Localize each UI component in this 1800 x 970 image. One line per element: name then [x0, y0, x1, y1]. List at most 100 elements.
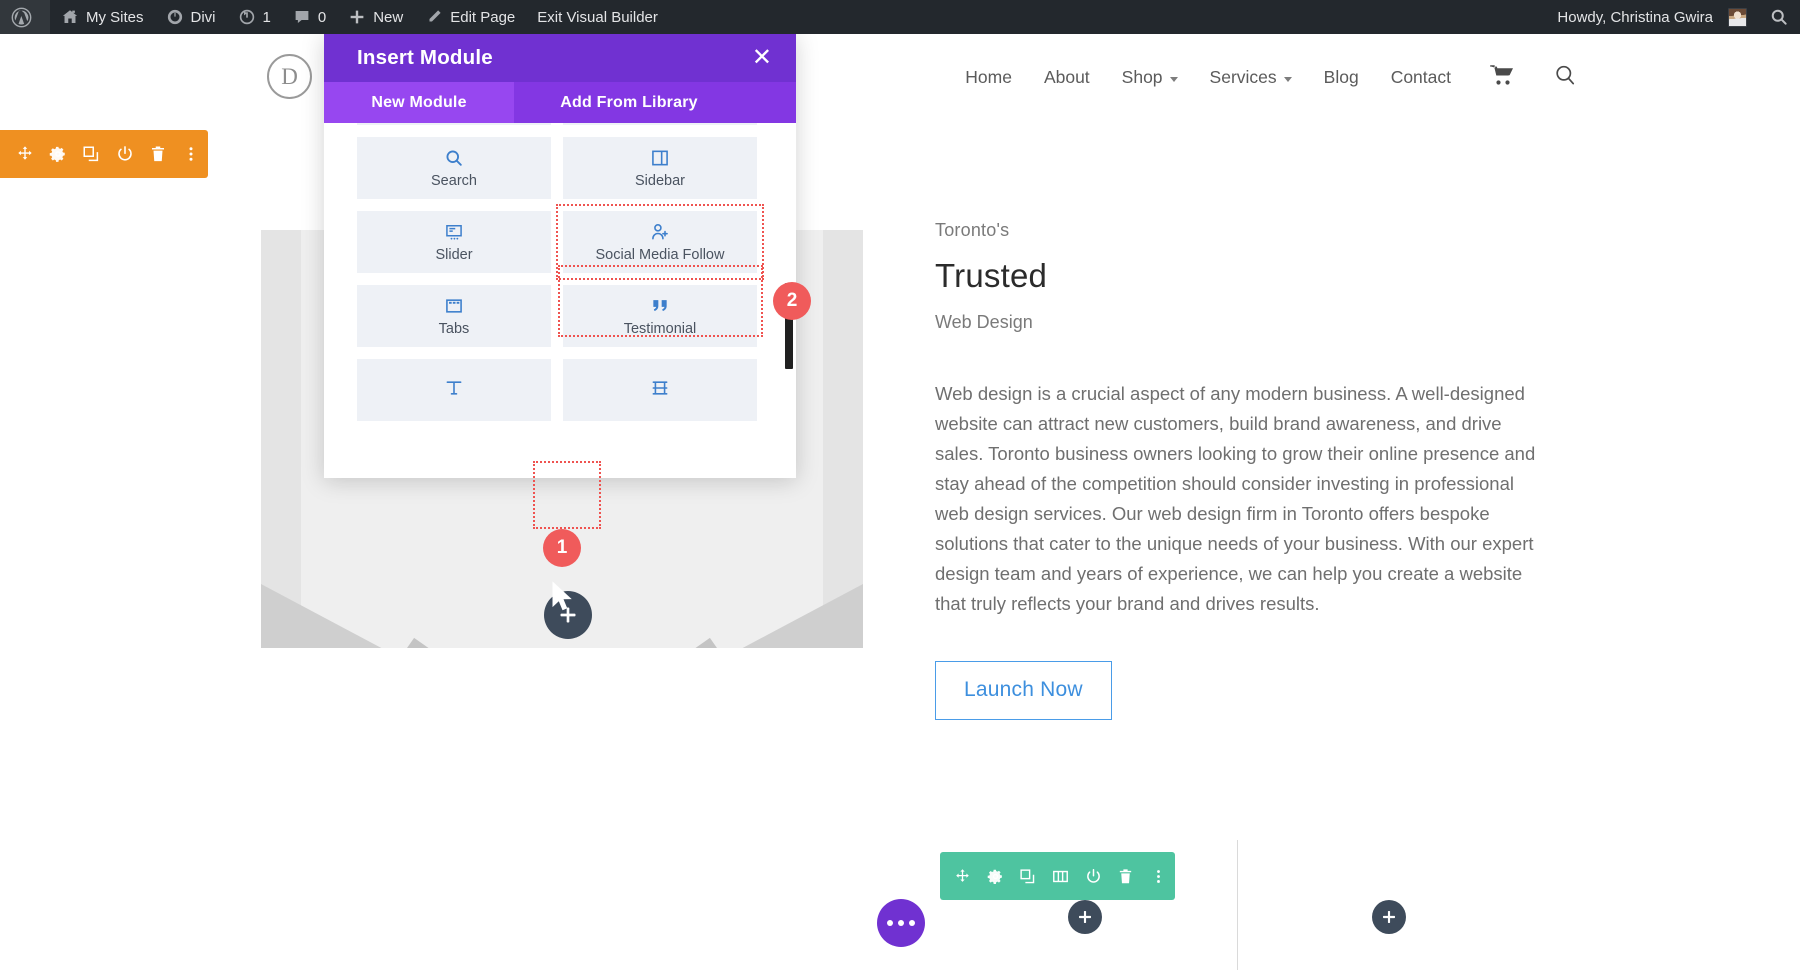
site-logo[interactable]: D — [267, 54, 312, 99]
pencil-icon — [425, 8, 443, 26]
site-logo-letter: D — [281, 64, 298, 90]
quote-icon — [650, 295, 670, 317]
updates-icon — [238, 8, 256, 26]
module-toolbar — [940, 852, 1175, 900]
module-card-testimonial[interactable]: Testimonial — [563, 285, 757, 347]
hero-pretitle: Toronto's — [935, 220, 1555, 241]
admin-bar-item-updates[interactable]: 1 — [227, 0, 282, 34]
module-grid: Post Title Pricing Tables Search Sidebar — [357, 123, 757, 421]
module-card-label: Sidebar — [635, 173, 685, 189]
module-card-pricing-tables[interactable]: Pricing Tables — [563, 123, 757, 125]
tab-new-module[interactable]: New Module — [324, 82, 514, 123]
chevron-down-icon — [1170, 77, 1178, 82]
divi-gauge-icon — [166, 8, 184, 26]
annotation-pin-2: 2 — [773, 282, 811, 320]
page-settings-button[interactable] — [877, 899, 925, 947]
modal-title: Insert Module — [357, 46, 493, 70]
launch-now-button[interactable]: Launch Now — [935, 661, 1112, 720]
admin-bar-label-exit-visual-builder: Exit Visual Builder — [537, 9, 658, 26]
nav-item-about[interactable]: About — [1028, 67, 1106, 88]
admin-bar-item-comments[interactable]: 0 — [282, 0, 337, 34]
search-icon — [444, 147, 464, 169]
section-move-handle[interactable] — [8, 130, 41, 178]
module-duplicate-button[interactable] — [1011, 852, 1044, 900]
ellipsis-icon — [887, 920, 915, 926]
tabs-icon — [444, 295, 464, 317]
admin-bar-label-my-sites: My Sites — [86, 9, 144, 26]
admin-bar-item-search[interactable] — [1758, 0, 1800, 34]
tab-add-from-library[interactable]: Add From Library — [514, 82, 744, 123]
tab-new-module-label: New Module — [371, 94, 466, 112]
nav-label-services: Services — [1210, 67, 1277, 88]
module-save-to-library-button[interactable] — [1077, 852, 1110, 900]
module-card-label: Testimonial — [624, 321, 697, 337]
admin-bar-label-edit-page: Edit Page — [450, 9, 515, 26]
admin-bar-item-divi[interactable]: Divi — [155, 0, 227, 34]
toggle-icon — [650, 377, 670, 399]
admin-bar-item-account[interactable]: Howdy, Christina Gwira — [1546, 0, 1758, 34]
module-card-tabs[interactable]: Tabs — [357, 285, 551, 347]
nav-item-shop[interactable]: Shop — [1106, 67, 1194, 88]
hero-text-module: Toronto's Trusted Web Design Web design … — [935, 220, 1555, 720]
add-module-column-button[interactable] — [1372, 900, 1406, 934]
module-card-toggle[interactable] — [563, 359, 757, 421]
text-t-icon — [444, 377, 464, 399]
close-icon[interactable]: ✕ — [746, 44, 778, 72]
admin-bar-item-new[interactable]: New — [337, 0, 414, 34]
module-card-label: Tabs — [439, 321, 470, 337]
tab-add-from-library-label: Add From Library — [560, 94, 697, 112]
header-search-button[interactable] — [1533, 63, 1585, 92]
module-card-label: Search — [431, 173, 477, 189]
admin-bar-item-exit-visual-builder[interactable]: Exit Visual Builder — [526, 0, 669, 34]
insert-module-modal: Insert Module ✕ New Module Add From Libr… — [324, 34, 796, 478]
module-card-social-media-follow[interactable]: Social Media Follow — [563, 211, 757, 273]
module-card-label: Slider — [435, 247, 472, 263]
admin-bar-label-updates: 1 — [263, 9, 271, 26]
module-card-slider[interactable]: Slider — [357, 211, 551, 273]
section-save-to-library-button[interactable] — [108, 130, 141, 178]
avatar — [1728, 8, 1747, 27]
nav-label-blog: Blog — [1324, 67, 1359, 88]
column-divider — [1237, 840, 1238, 970]
module-settings-button[interactable] — [979, 852, 1012, 900]
add-module-row-button[interactable] — [1068, 900, 1102, 934]
nav-item-home[interactable]: Home — [949, 67, 1028, 88]
nav-label-shop: Shop — [1122, 67, 1163, 88]
module-card-post-title[interactable]: Post Title — [357, 123, 551, 125]
module-delete-button[interactable] — [1110, 852, 1143, 900]
section-more-options-button[interactable] — [175, 130, 208, 178]
module-card-sidebar[interactable]: Sidebar — [563, 137, 757, 199]
module-card-search[interactable]: Search — [357, 137, 551, 199]
modal-header: Insert Module ✕ — [324, 34, 796, 82]
main-navigation: Home About Shop Services Blog Contact — [949, 63, 1585, 92]
plus-icon — [348, 8, 366, 26]
search-icon — [1553, 71, 1577, 91]
modal-body: Post Title Pricing Tables Search Sidebar — [324, 123, 796, 478]
comment-bubble-icon — [293, 8, 311, 26]
chevron-down-icon — [1284, 77, 1292, 82]
hero-subtitle: Web Design — [935, 312, 1555, 333]
module-columns-button[interactable] — [1044, 852, 1077, 900]
admin-bar-item-my-sites[interactable]: My Sites — [50, 0, 155, 34]
hero-body-text: Web design is a crucial aspect of any mo… — [935, 379, 1540, 619]
section-settings-button[interactable] — [41, 130, 74, 178]
annotation-pin-1: 1 — [543, 529, 581, 567]
nav-item-blog[interactable]: Blog — [1308, 67, 1375, 88]
add-module-hero-button[interactable] — [544, 591, 592, 639]
module-move-handle[interactable] — [946, 852, 979, 900]
admin-bar-label-new: New — [373, 9, 403, 26]
section-delete-button[interactable] — [141, 130, 174, 178]
module-card-label: Social Media Follow — [596, 247, 725, 263]
nav-label-contact: Contact — [1391, 67, 1451, 88]
nav-item-contact[interactable]: Contact — [1375, 67, 1467, 88]
person-add-icon — [650, 221, 670, 243]
module-card-text[interactable] — [357, 359, 551, 421]
nav-item-services[interactable]: Services — [1194, 67, 1308, 88]
admin-bar-item-wordpress[interactable] — [0, 0, 50, 34]
modal-tabs: New Module Add From Library — [324, 82, 796, 123]
hero-section: Toronto's Trusted Web Design Web design … — [0, 120, 1800, 850]
cart-button[interactable] — [1467, 64, 1533, 91]
module-more-options-button[interactable] — [1142, 852, 1175, 900]
section-duplicate-button[interactable] — [75, 130, 108, 178]
admin-bar-item-edit-page[interactable]: Edit Page — [414, 0, 526, 34]
